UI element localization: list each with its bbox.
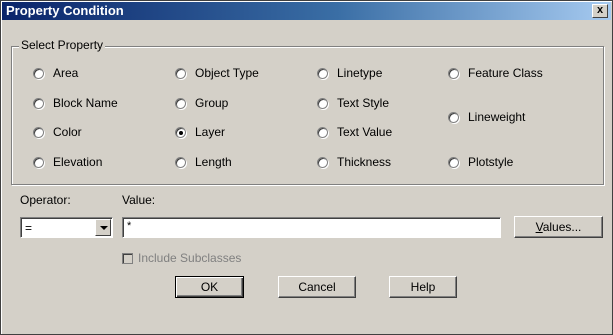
radio-button-icon [448, 156, 459, 168]
value-label: Value: [122, 193, 156, 207]
chevron-down-icon [100, 226, 108, 230]
operator-value: = [25, 221, 33, 235]
radio-plotstyle[interactable]: Plotstyle [448, 154, 513, 170]
radio-label: Text Style [337, 96, 390, 110]
radio-label: Elevation [53, 155, 103, 169]
value-input[interactable]: * [122, 217, 501, 238]
radio-button-icon [175, 67, 186, 79]
radio-object-type[interactable]: Object Type [175, 65, 259, 81]
radio-label: Layer [195, 125, 226, 139]
select-property-legend: Select Property [19, 38, 106, 52]
radio-feature-class[interactable]: Feature Class [448, 65, 543, 81]
radio-label: Block Name [53, 96, 118, 110]
radio-color[interactable]: Color [33, 124, 82, 140]
radio-label: Color [53, 125, 82, 139]
radio-label: Object Type [195, 66, 259, 80]
radio-button-icon [317, 156, 328, 168]
radio-layer[interactable]: Layer [175, 124, 225, 140]
ok-button[interactable]: OK [175, 276, 244, 298]
radio-text-style[interactable]: Text Style [317, 95, 389, 111]
radio-label: Length [195, 155, 232, 169]
title-bar: Property Condition x [2, 2, 611, 20]
radio-lineweight[interactable]: Lineweight [448, 109, 525, 125]
radio-label: Feature Class [468, 66, 543, 80]
radio-label: Thickness [337, 155, 392, 169]
radio-label: Text Value [337, 125, 393, 139]
operator-select[interactable]: = [20, 217, 113, 238]
cancel-button-label: Cancel [298, 280, 336, 294]
radio-label: Plotstyle [468, 155, 514, 169]
value-input-text: * [127, 220, 132, 232]
include-subclasses-label: nclude Subclasses [141, 251, 242, 265]
values-button-label: alues... [542, 220, 582, 234]
operator-label: Operator: [20, 193, 71, 207]
help-button[interactable]: Help [389, 276, 457, 298]
radio-button-icon [33, 126, 44, 138]
radio-linetype[interactable]: Linetype [317, 65, 382, 81]
include-subclasses-checkbox[interactable]: Include Subclasses [122, 251, 241, 265]
radio-label: Area [53, 66, 79, 80]
radio-label: Linetype [337, 66, 383, 80]
radio-button-icon [175, 97, 186, 109]
radio-button-icon [317, 97, 328, 109]
operator-dropdown-button[interactable] [95, 219, 111, 236]
radio-button-icon [33, 156, 44, 168]
radio-text-value[interactable]: Text Value [317, 124, 392, 140]
close-button[interactable]: x [592, 4, 608, 18]
radio-group[interactable]: Group [175, 95, 228, 111]
radio-button-icon [175, 156, 186, 168]
values-button-accel: V [535, 220, 543, 234]
radio-length[interactable]: Length [175, 154, 232, 170]
radio-button-icon [317, 67, 328, 79]
dialog-title: Property Condition [6, 3, 124, 18]
radio-label: Lineweight [468, 110, 526, 124]
radio-label: Group [195, 96, 229, 110]
radio-thickness[interactable]: Thickness [317, 154, 391, 170]
radio-selected-icon [175, 126, 186, 138]
radio-button-icon [448, 111, 459, 123]
radio-button-icon [317, 126, 328, 138]
help-button-label: Help [410, 280, 436, 294]
ok-button-label: OK [200, 280, 219, 294]
close-icon: x [596, 4, 604, 16]
cancel-button[interactable]: Cancel [278, 276, 356, 298]
radio-button-icon [33, 97, 44, 109]
radio-elevation[interactable]: Elevation [33, 154, 102, 170]
radio-area[interactable]: Area [33, 65, 78, 81]
radio-button-icon [33, 67, 44, 79]
checkbox-icon [122, 252, 133, 264]
radio-button-icon [448, 67, 459, 79]
property-condition-dialog: Property Condition x Select Property Are… [0, 0, 613, 335]
radio-block-name[interactable]: Block Name [33, 95, 118, 111]
values-button[interactable]: Values... [514, 216, 603, 238]
